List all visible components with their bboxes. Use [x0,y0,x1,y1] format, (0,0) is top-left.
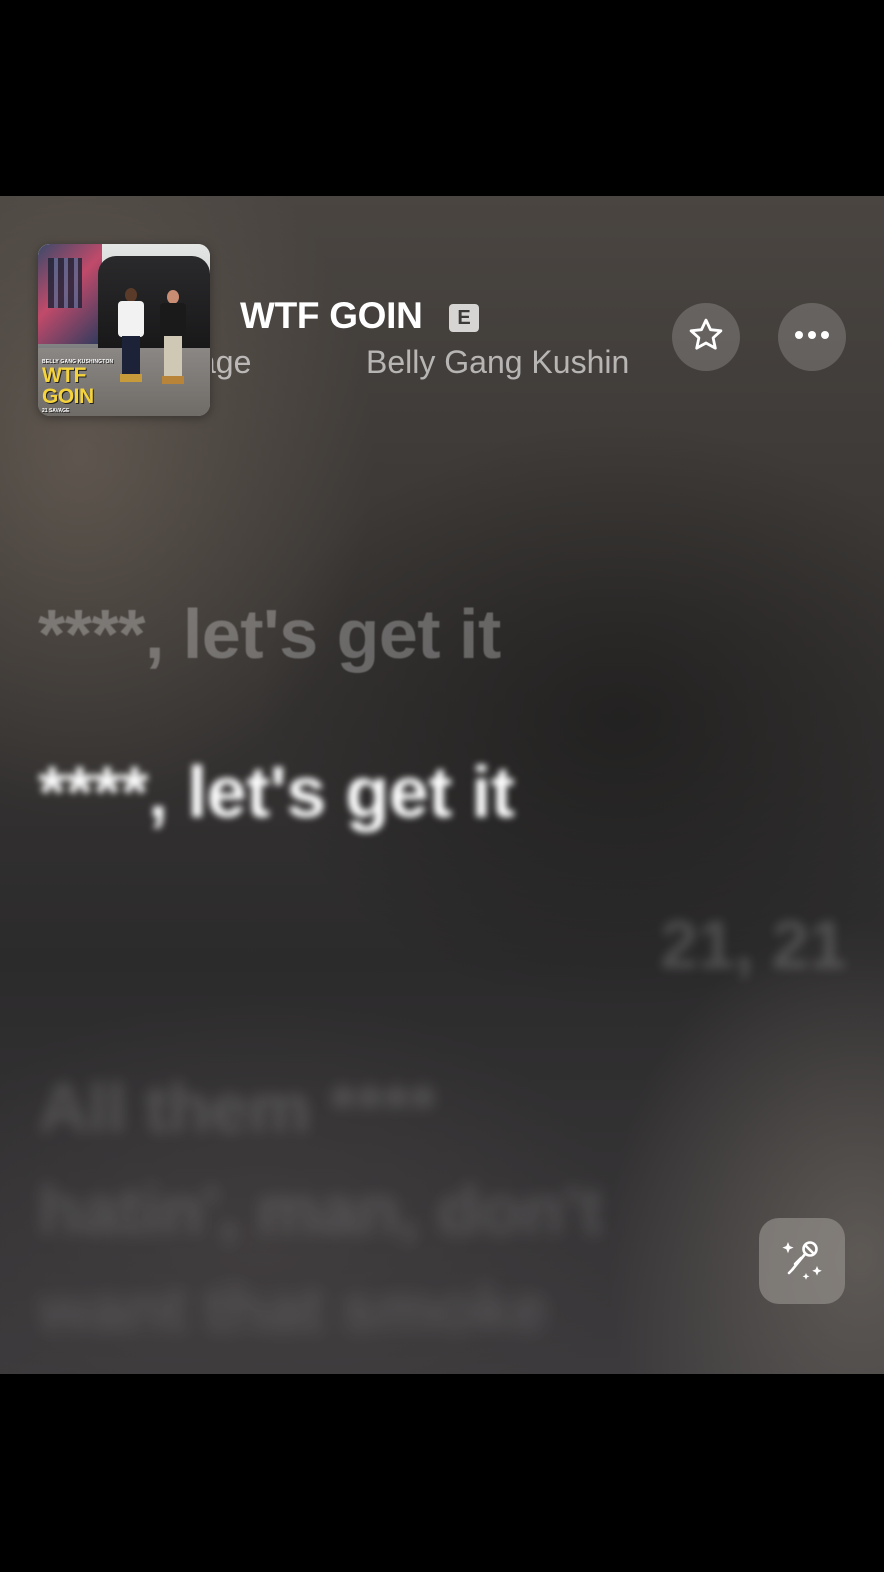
artwork-caption: BELLY GANG KUSHINGTON WTF GOIN 21 SAVAGE [42,360,122,414]
song-title: WTF GOIN [240,295,423,336]
favorite-button[interactable] [672,303,740,371]
artwork-label-artist: 21 SAVAGE [42,408,70,414]
lyric-line-upcoming[interactable]: hatin', man, don't [38,1170,603,1250]
ellipsis-icon [792,328,832,346]
letterbox-bottom [0,1374,884,1572]
lyric-line-upcoming[interactable]: All them **** [38,1068,437,1148]
lyric-line-current[interactable]: ****, let's get it [38,752,515,834]
album-artwork[interactable]: BELLY GANG KUSHINGTON WTF GOIN 21 SAVAGE [38,244,210,416]
more-options-button[interactable] [778,303,846,371]
artwork-mural-detail [48,258,82,308]
artwork-label-title: GOIN [42,385,94,408]
artwork-person [158,290,188,394]
letterbox-top [0,0,884,196]
explicit-badge: E [449,304,479,332]
lyric-line-previous[interactable]: ****, let's get it [38,594,501,674]
star-outline-icon [687,316,725,359]
artist-marquee[interactable]: vage Belly Gang Kushin [212,340,658,384]
sing-button[interactable] [759,1218,845,1304]
lyrics-player-screen: BELLY GANG KUSHINGTON WTF GOIN 21 SAVAGE… [0,196,884,1374]
lyric-adlib[interactable]: 21, 21 [660,906,847,984]
artist-name: Belly Gang Kushin [366,344,630,380]
artist-name: vage [212,344,252,380]
artwork-label-title: WTF [42,364,86,387]
lyric-line-upcoming[interactable]: want that smoke [38,1270,548,1346]
microphone-sparkles-icon [777,1234,827,1289]
